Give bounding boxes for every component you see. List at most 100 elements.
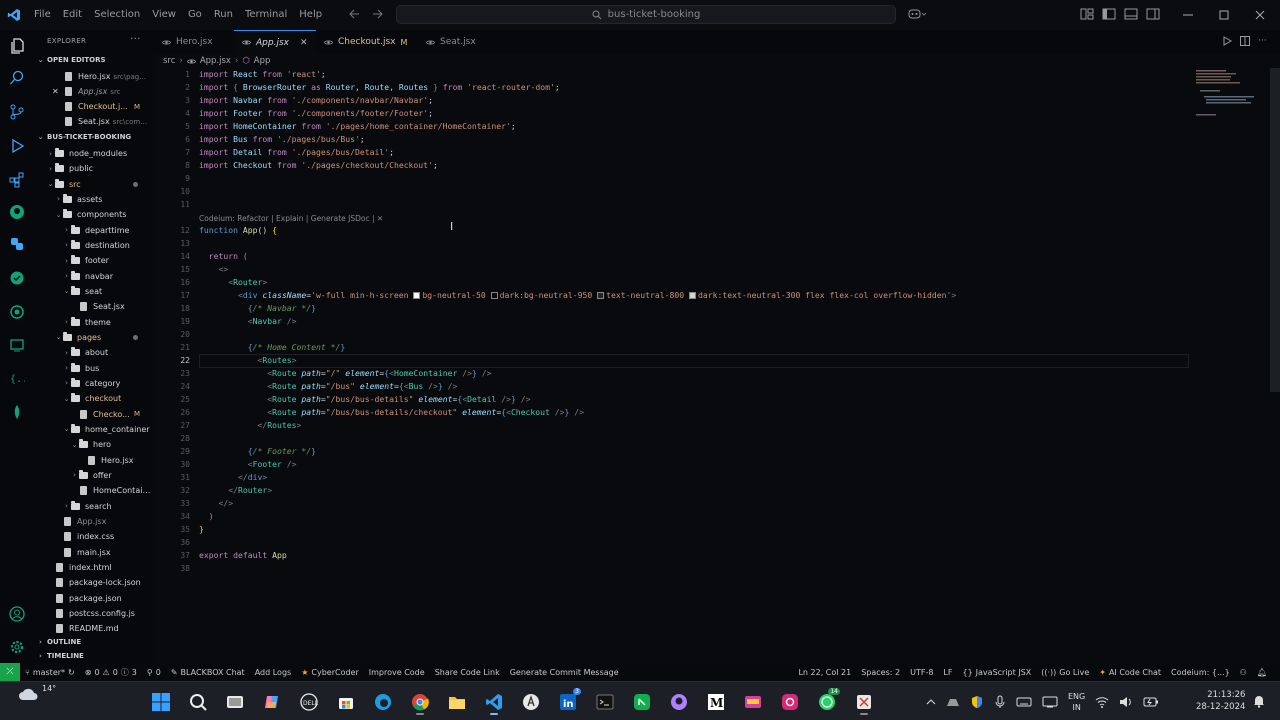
more-actions-icon[interactable]: ··· (130, 32, 141, 45)
network-drive-icon[interactable] (946, 696, 960, 708)
whatsapp-icon[interactable]: 14 (812, 688, 842, 715)
tree-folder[interactable]: › footer (34, 253, 154, 268)
tree-file[interactable]: Checko... M (34, 407, 154, 422)
instagram-icon[interactable] (775, 688, 805, 715)
snipping-tool-icon[interactable] (849, 688, 879, 715)
chrome-icon[interactable] (405, 688, 435, 715)
game-app-icon[interactable] (738, 688, 768, 715)
code-editor[interactable]: 1 2 3 4 5 6 7 8 9 10 11 12 13 14 15 16 17 18 19 20 21 22 23 24 2… (154, 68, 1280, 663)
taskbar-search-icon[interactable] (183, 688, 213, 715)
codeium-icon[interactable] (7, 302, 27, 322)
toggle-secondary-sidebar-icon[interactable] (1146, 7, 1160, 21)
clock[interactable]: 21:13:26 28-12-2024 (1196, 689, 1245, 713)
menu-view[interactable]: View (146, 0, 182, 30)
security-shield-icon[interactable] (970, 695, 984, 709)
tree-folder[interactable]: › assets (34, 192, 154, 207)
tree-file[interactable]: postcss.config.js (34, 606, 154, 621)
back-arrow-icon[interactable] (348, 7, 360, 21)
ai-code-chat[interactable]: ✦ AI Code Chat (1094, 668, 1166, 677)
project-header[interactable]: ⌄ BUS-TICKET-BOOKING (34, 131, 154, 143)
tree-file[interactable]: main.jsx (34, 545, 154, 560)
open-editor-item[interactable]: Seat.jsx src\com... (34, 114, 154, 129)
chevron-up-icon[interactable] (926, 697, 936, 707)
tree-file[interactable]: README.md (34, 621, 154, 636)
testing-icon[interactable] (7, 268, 27, 288)
tree-folder[interactable]: › theme (34, 315, 154, 330)
tree-folder[interactable]: ⌄ home_container (34, 422, 154, 437)
run-debug-icon[interactable] (7, 136, 27, 156)
more-actions-icon[interactable]: ··· (1258, 36, 1267, 46)
wifi-icon[interactable] (1095, 696, 1109, 708)
tree-file[interactable]: index.css (34, 529, 154, 544)
medium-icon[interactable]: M (701, 688, 731, 715)
github-desktop-icon[interactable] (664, 688, 694, 715)
branch-status[interactable]: ⑂ master* ↻ (20, 668, 80, 677)
line-ending[interactable]: LF (938, 668, 957, 677)
customize-layout-icon[interactable] (1080, 7, 1094, 21)
outline-header[interactable]: › OUTLINE (34, 636, 154, 648)
tree-folder[interactable]: › public (34, 161, 154, 176)
battery-icon[interactable] (1143, 696, 1159, 708)
close-icon[interactable]: ✕ (300, 38, 308, 48)
menu-help[interactable]: Help (293, 0, 328, 30)
language-indicator[interactable]: ENG IN (1068, 691, 1085, 713)
tree-file[interactable]: HomeContain... (34, 483, 154, 498)
dell-icon[interactable]: DELL (294, 688, 324, 715)
run-icon[interactable] (1222, 36, 1232, 46)
close-icon[interactable] (1242, 0, 1278, 30)
tree-folder[interactable]: › destination (34, 238, 154, 253)
vscode-taskbar-icon[interactable] (479, 688, 509, 715)
improve-code[interactable]: Improve Code (364, 668, 430, 677)
tree-folder[interactable]: › about (34, 345, 154, 360)
open-editor-item[interactable]: Hero.jsx src\pag... (34, 69, 154, 84)
terminal-icon[interactable] (590, 688, 620, 715)
tree-file[interactable]: Hero.jsx (34, 453, 154, 468)
forward-arrow-icon[interactable] (372, 7, 384, 21)
indentation[interactable]: Spaces: 2 (856, 668, 905, 677)
tab-app[interactable]: App.jsx ✕ (234, 30, 316, 54)
tree-folder[interactable]: ⌄ checkout (34, 391, 154, 406)
menu-run[interactable]: Run (208, 0, 239, 30)
notification-center-icon[interactable] (1252, 694, 1266, 708)
copilot-status-icon[interactable]: ⚇ (1235, 668, 1252, 677)
tree-folder[interactable]: › search (34, 499, 154, 514)
tree-file[interactable]: App.jsx (34, 514, 154, 529)
problems-status[interactable]: ⊗ 0 ⚠ 0 ⓘ 3 (80, 667, 142, 678)
tree-folder[interactable]: › departtime (34, 223, 154, 238)
open-editor-item[interactable]: ✕ App.jsx src (34, 84, 154, 99)
blackbox-chat[interactable]: ✎ BLACKBOX Chat (166, 668, 250, 677)
account-icon[interactable] (7, 604, 27, 624)
tree-file[interactable]: Seat.jsx (34, 299, 154, 314)
share-code-link[interactable]: Share Code Link (430, 668, 505, 677)
display-icon[interactable] (1042, 696, 1058, 708)
github-icon[interactable] (7, 202, 27, 222)
menu-file[interactable]: File (28, 0, 57, 30)
vertical-scrollbar[interactable] (1270, 68, 1280, 392)
minimize-icon[interactable] (1170, 0, 1206, 30)
weather-widget[interactable]: 14° (18, 684, 58, 701)
open-editors-header[interactable]: ⌄ OPEN EDITORS (34, 54, 154, 66)
notifications-bell-icon[interactable]: 🔔︎ (1252, 668, 1272, 677)
timeline-header[interactable]: › TIMELINE (34, 650, 154, 662)
settings-gear-icon[interactable] (7, 637, 27, 657)
breadcrumb-symbol[interactable]: App (254, 56, 271, 66)
breadcrumb-folder[interactable]: src (163, 56, 175, 66)
tree-folder[interactable]: ⌄ hero (34, 437, 154, 452)
extensions-icon[interactable] (7, 170, 27, 190)
maximize-icon[interactable] (1206, 0, 1242, 30)
codeium-codelens[interactable]: Codeium: Refactor | Explain | Generate J… (199, 214, 383, 223)
json-icon[interactable]: {..} (7, 368, 27, 388)
encoding[interactable]: UTF-8 (905, 668, 938, 677)
remote-indicator-icon[interactable]: ⤫ (0, 663, 20, 681)
cursor-position[interactable]: Ln 22, Col 21 (793, 668, 856, 677)
language-mode[interactable]: {} JavaScript JSX (957, 668, 1036, 677)
menu-edit[interactable]: Edit (57, 0, 88, 30)
tree-folder[interactable]: ⌄ seat (34, 284, 154, 299)
start-windows-icon[interactable] (146, 688, 176, 715)
cybercoder[interactable]: ★ CyberCoder (296, 668, 364, 677)
tree-folder[interactable]: › category (34, 376, 154, 391)
go-live[interactable]: ((·)) Go Live (1036, 668, 1094, 677)
python-icon[interactable] (7, 234, 27, 254)
explorer-icon[interactable] (7, 36, 27, 56)
close-icon[interactable]: ✕ (52, 87, 59, 96)
